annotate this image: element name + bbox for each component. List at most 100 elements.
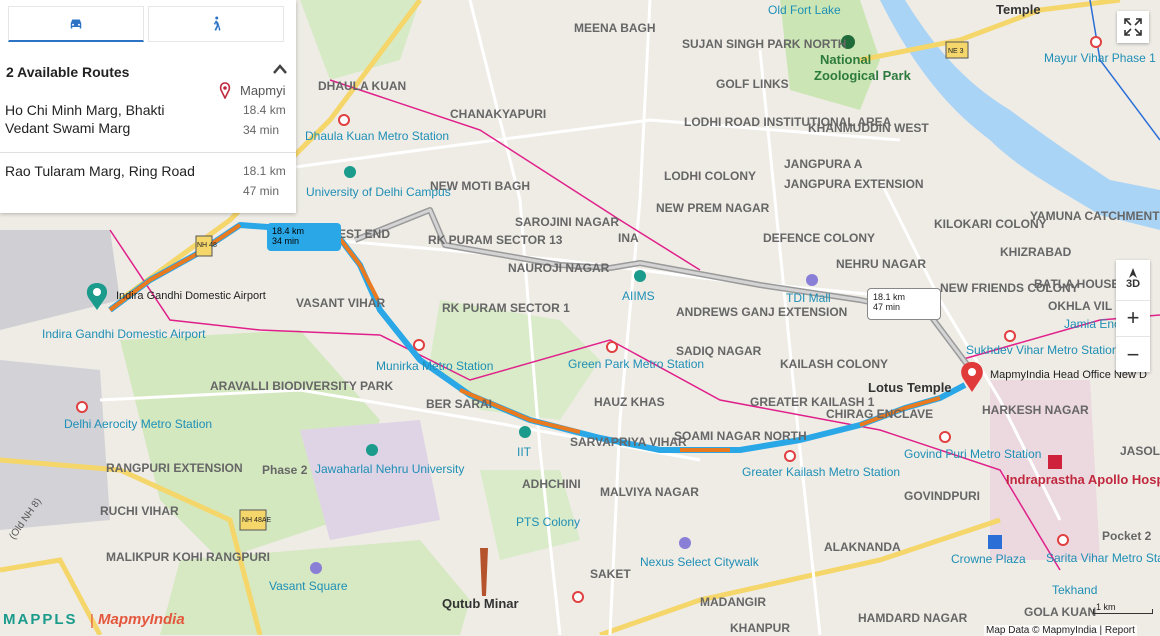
map-label: ADHCHINI (522, 477, 581, 491)
map-label: JANGPURA A (784, 157, 863, 171)
map-label: MALIKPUR KOHI RANGPURI (106, 550, 270, 564)
map-label: Govind Puri Metro Station (904, 447, 1041, 461)
routes-heading: 2 Available Routes (6, 64, 130, 80)
route-distance: 18.4 km (243, 103, 286, 117)
map-label: Mayur Vihar Phase 1 Metro Station (1044, 51, 1160, 65)
map-label: Delhi Aerocity Metro Station (64, 417, 212, 431)
map-label: KHANPUR (730, 621, 790, 635)
tab-walk[interactable] (148, 6, 284, 42)
route-option-1[interactable]: Ho Chi Minh Marg, Bhakti Vedant Swami Ma… (0, 101, 296, 151)
map-label: Nexus Select Citywalk (640, 555, 760, 569)
directions-panel: 2 Available Routes Mapmyi Ho Chi Minh Ma… (0, 0, 296, 213)
map-label: Old Fort Lake (768, 3, 841, 17)
3d-toggle-button[interactable]: 3D (1116, 260, 1150, 298)
map-label: NE 3 (948, 48, 964, 55)
route-time: 34 min (243, 123, 280, 137)
map-label: ALAKNANDA (824, 540, 901, 554)
map-label: Dhaula Kuan Metro Station (305, 129, 449, 143)
callout-distance: 18.4 km (272, 226, 305, 236)
route-name: Rao Tularam Marg, Ring Road (5, 163, 195, 179)
map-label: Pocket 2 (1102, 529, 1152, 543)
chevron-up-icon[interactable] (272, 62, 288, 76)
map-label: SAKET (590, 567, 631, 581)
map-label: KAILASH COLONY (780, 357, 888, 371)
zoom-out-button[interactable]: − (1116, 336, 1150, 373)
map-label: GOVINDPURI (904, 489, 980, 503)
map-label: NEHRU NAGAR (836, 257, 926, 271)
map-label: Indira Gandhi Domestic Airport (42, 327, 206, 341)
route-name: Ho Chi Minh Marg, Bhakti Vedant Swami Ma… (5, 102, 165, 136)
map-label: Sarita Vihar Metro Station (1046, 551, 1160, 565)
map-label: SADIQ NAGAR (676, 344, 762, 358)
map-label: TDI Mall (786, 291, 831, 305)
map-label: University of Delhi Campus (306, 185, 451, 199)
map-label: SUJAN SINGH PARK NORTH (682, 37, 846, 51)
expand-icon (1124, 18, 1142, 36)
map-label: SARVAPRIYA VIHAR (570, 435, 687, 449)
zoom-in-button[interactable]: + (1116, 300, 1150, 335)
mapmyindia-logo: MapmyIndia (98, 611, 185, 628)
map-label: National (820, 52, 871, 67)
map-label: Qutub Minar (442, 596, 519, 611)
callout-time: 34 min (272, 236, 300, 246)
mappls-logo: MAPPLS (3, 611, 78, 628)
scale-label: 1 km (1096, 602, 1116, 612)
map-label: SAROJINI NAGAR (515, 215, 619, 229)
map-label: ANDREWS GANJ EXTENSION (676, 305, 847, 319)
map-label: HAUZ KHAS (594, 395, 665, 409)
route-callout-alternate[interactable]: 18.1 km 47 min (867, 288, 941, 320)
map-label: PTS Colony (516, 515, 580, 529)
map-label: Vasant Square (269, 579, 348, 593)
map-label: Crowne Plaza (951, 552, 1026, 566)
map-label: KHIZRABAD (1000, 245, 1072, 259)
map-label: Jawaharlal Nehru University (315, 462, 464, 476)
map-label: HARKESH NAGAR (982, 403, 1089, 417)
map-label: BER SARAI (426, 397, 492, 411)
map-label: IIT (517, 445, 532, 459)
map-label: KILOKARI COLONY (934, 217, 1047, 231)
map-label: CHANAKYAPURI (450, 107, 546, 121)
3d-label: 3D (1125, 278, 1141, 290)
map-label: Zoological Park (814, 68, 912, 83)
map-label: LODHI COLONY (664, 169, 756, 183)
map-label: INA (618, 231, 639, 245)
map-label: KHANMUDDIN WEST (808, 121, 929, 135)
tab-drive[interactable] (8, 6, 144, 42)
map-label: YAMUNA CATCHMENT AREA WEST (1030, 209, 1160, 223)
map-label: HAMDARD NAGAR (858, 611, 968, 625)
map-attribution[interactable]: Map Data © MapmyIndia | Report (984, 625, 1137, 636)
map-label: Sukhdev Vihar Metro Station (966, 343, 1119, 357)
walk-icon (213, 16, 221, 31)
route-distance: 18.1 km (243, 164, 286, 178)
map-label: MEENA BAGH (574, 21, 656, 35)
car-icon (70, 19, 82, 28)
map-label: DHAULA KUAN (318, 79, 406, 93)
map-label: Green Park Metro Station (568, 357, 704, 371)
callout-distance: 18.1 km (873, 292, 906, 302)
map-label: Munirka Metro Station (376, 359, 493, 373)
scale-bar: 1 km (1093, 602, 1153, 614)
destination-text: Mapmyi (240, 83, 286, 98)
route-option-2[interactable]: Rao Tularam Marg, Ring Road 18.1 km 47 m… (0, 162, 296, 212)
map-label: NH 48 (197, 242, 217, 249)
map-label: JASOLA (1120, 444, 1160, 458)
logo-separator: | (90, 612, 94, 629)
map-label: SOAMI NAGAR NORTH (674, 429, 807, 443)
map-label: Indira Gandhi Domestic Airport (116, 290, 266, 302)
map-label: DEFENCE COLONY (763, 231, 875, 245)
map-label: RK PURAM SECTOR 1 (442, 301, 570, 315)
location-pin-icon (219, 82, 231, 99)
map-label: NEW FRIENDS COLONY (940, 281, 1079, 295)
map-label: ARAVALLI BIODIVERSITY PARK (210, 379, 393, 393)
map-label: Temple (996, 2, 1041, 17)
map-label: EST END (338, 227, 390, 241)
compass-icon (1129, 268, 1137, 278)
map-label: VASANT VIHAR (296, 296, 385, 310)
map-label: NAUROJI NAGAR (508, 261, 610, 275)
map-label: RUCHI VIHAR (100, 504, 179, 518)
callout-time: 47 min (873, 302, 901, 312)
fullscreen-button[interactable] (1117, 11, 1149, 43)
route-callout-primary[interactable]: 18.4 km 34 min (267, 223, 341, 251)
map-label: Phase 2 (262, 463, 308, 477)
map-label: NH 48AE (242, 517, 272, 524)
